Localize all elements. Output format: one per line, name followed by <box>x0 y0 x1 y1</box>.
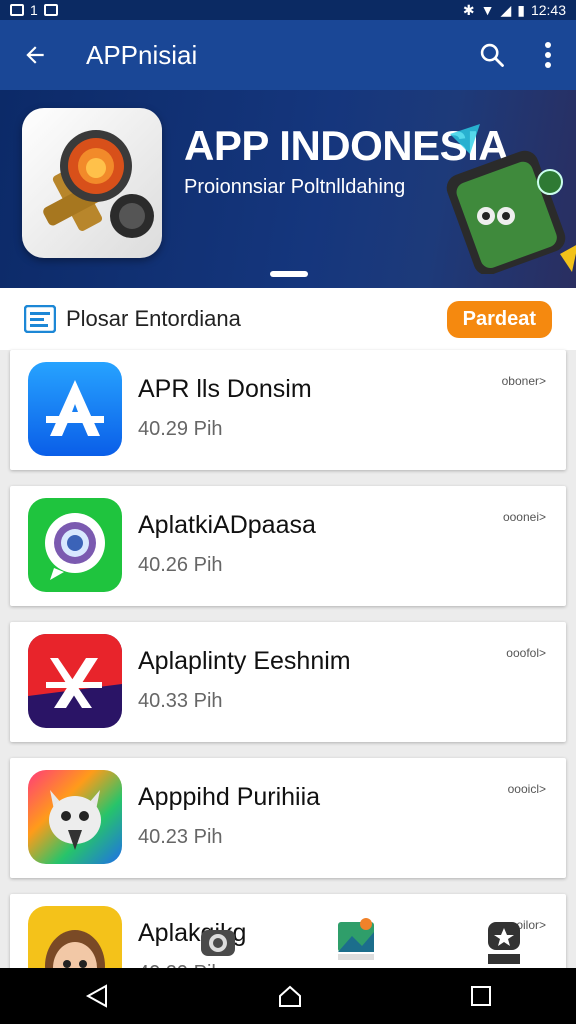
app-size: 40.23 Pih <box>138 826 223 848</box>
bottom-shortcuts <box>0 912 576 968</box>
recents-nav-icon[interactable] <box>470 985 492 1007</box>
search-icon <box>480 43 504 67</box>
status-badge: 1 <box>30 2 38 18</box>
list-item[interactable]: Apppihd Purihiia 40.23 Pih oooicl> <box>10 758 566 878</box>
page-title: APPnisiai <box>86 39 198 70</box>
phone-illustration <box>446 124 576 274</box>
app-name: Aplaplinty Eeshnim <box>138 647 351 675</box>
hero-subtitle: Proionnsiar Poltnlldahing <box>184 176 406 198</box>
chat-app-icon <box>28 498 122 592</box>
list-item[interactable]: Aplaplinty Eeshnim 40.33 Pih ooofol> <box>10 622 566 742</box>
home-nav-icon[interactable] <box>277 983 303 1009</box>
image-notification-icon <box>43 4 58 16</box>
app-size: 40.26 Pih <box>138 554 223 576</box>
app-tag[interactable]: ooonei> <box>503 510 546 524</box>
more-options-button[interactable] <box>520 20 576 90</box>
back-arrow-icon <box>26 46 44 64</box>
filter-row: Plosar Entordiana Pardeat <box>0 288 576 350</box>
app-tag[interactable]: ooofol> <box>506 646 546 660</box>
list-item[interactable]: APR lls Donsim 40.29 Pih oboner> <box>10 350 566 470</box>
status-time: 12:43 <box>530 2 566 18</box>
app-tag[interactable]: oooicl> <box>508 782 546 796</box>
app-bar: APPnisiai <box>0 20 576 90</box>
bookmark-shortcut-icon[interactable] <box>484 916 524 966</box>
camera-shortcut-icon[interactable] <box>198 918 238 968</box>
battery-icon: ▮ <box>517 1 525 18</box>
bluetooth-icon: ✱ <box>462 1 475 18</box>
app-name: AplatkiADpaasa <box>138 511 316 539</box>
back-nav-icon[interactable] <box>84 983 110 1009</box>
app-store-icon <box>28 362 122 456</box>
filter-label: Plosar Entordiana <box>66 306 241 331</box>
app-size: 40.29 Pih <box>138 418 223 440</box>
maps-shortcut-icon[interactable] <box>336 914 376 964</box>
app-size: 40.33 Pih <box>138 690 223 712</box>
carousel-indicator[interactable] <box>270 271 308 277</box>
app-name: Apppihd Purihiia <box>138 783 321 811</box>
system-nav-bar <box>0 968 576 1024</box>
app-tag[interactable]: oboner> <box>502 374 546 388</box>
hero-banner[interactable]: APP INDONESIA Proionnsiar Poltnlldahing <box>0 90 576 288</box>
more-vert-icon <box>545 42 551 68</box>
creature-app-icon <box>28 770 122 864</box>
filter-button[interactable]: Pardeat <box>446 300 552 338</box>
signal-icon: ◢ <box>500 1 512 18</box>
featured-app-icon[interactable] <box>22 108 162 258</box>
notification-icon <box>10 4 24 16</box>
category-icon <box>24 305 56 333</box>
list-item[interactable]: AplatkiADpaasa 40.26 Pih ooonei> <box>10 486 566 606</box>
app-name: APR lls Donsim <box>138 375 312 403</box>
status-bar: 1 ✱ ▼ ◢ ▮ 12:43 <box>0 0 576 20</box>
letter-a-app-icon <box>28 634 122 728</box>
search-button[interactable] <box>464 20 520 90</box>
back-button[interactable] <box>0 20 70 90</box>
wifi-icon: ▼ <box>480 2 495 18</box>
